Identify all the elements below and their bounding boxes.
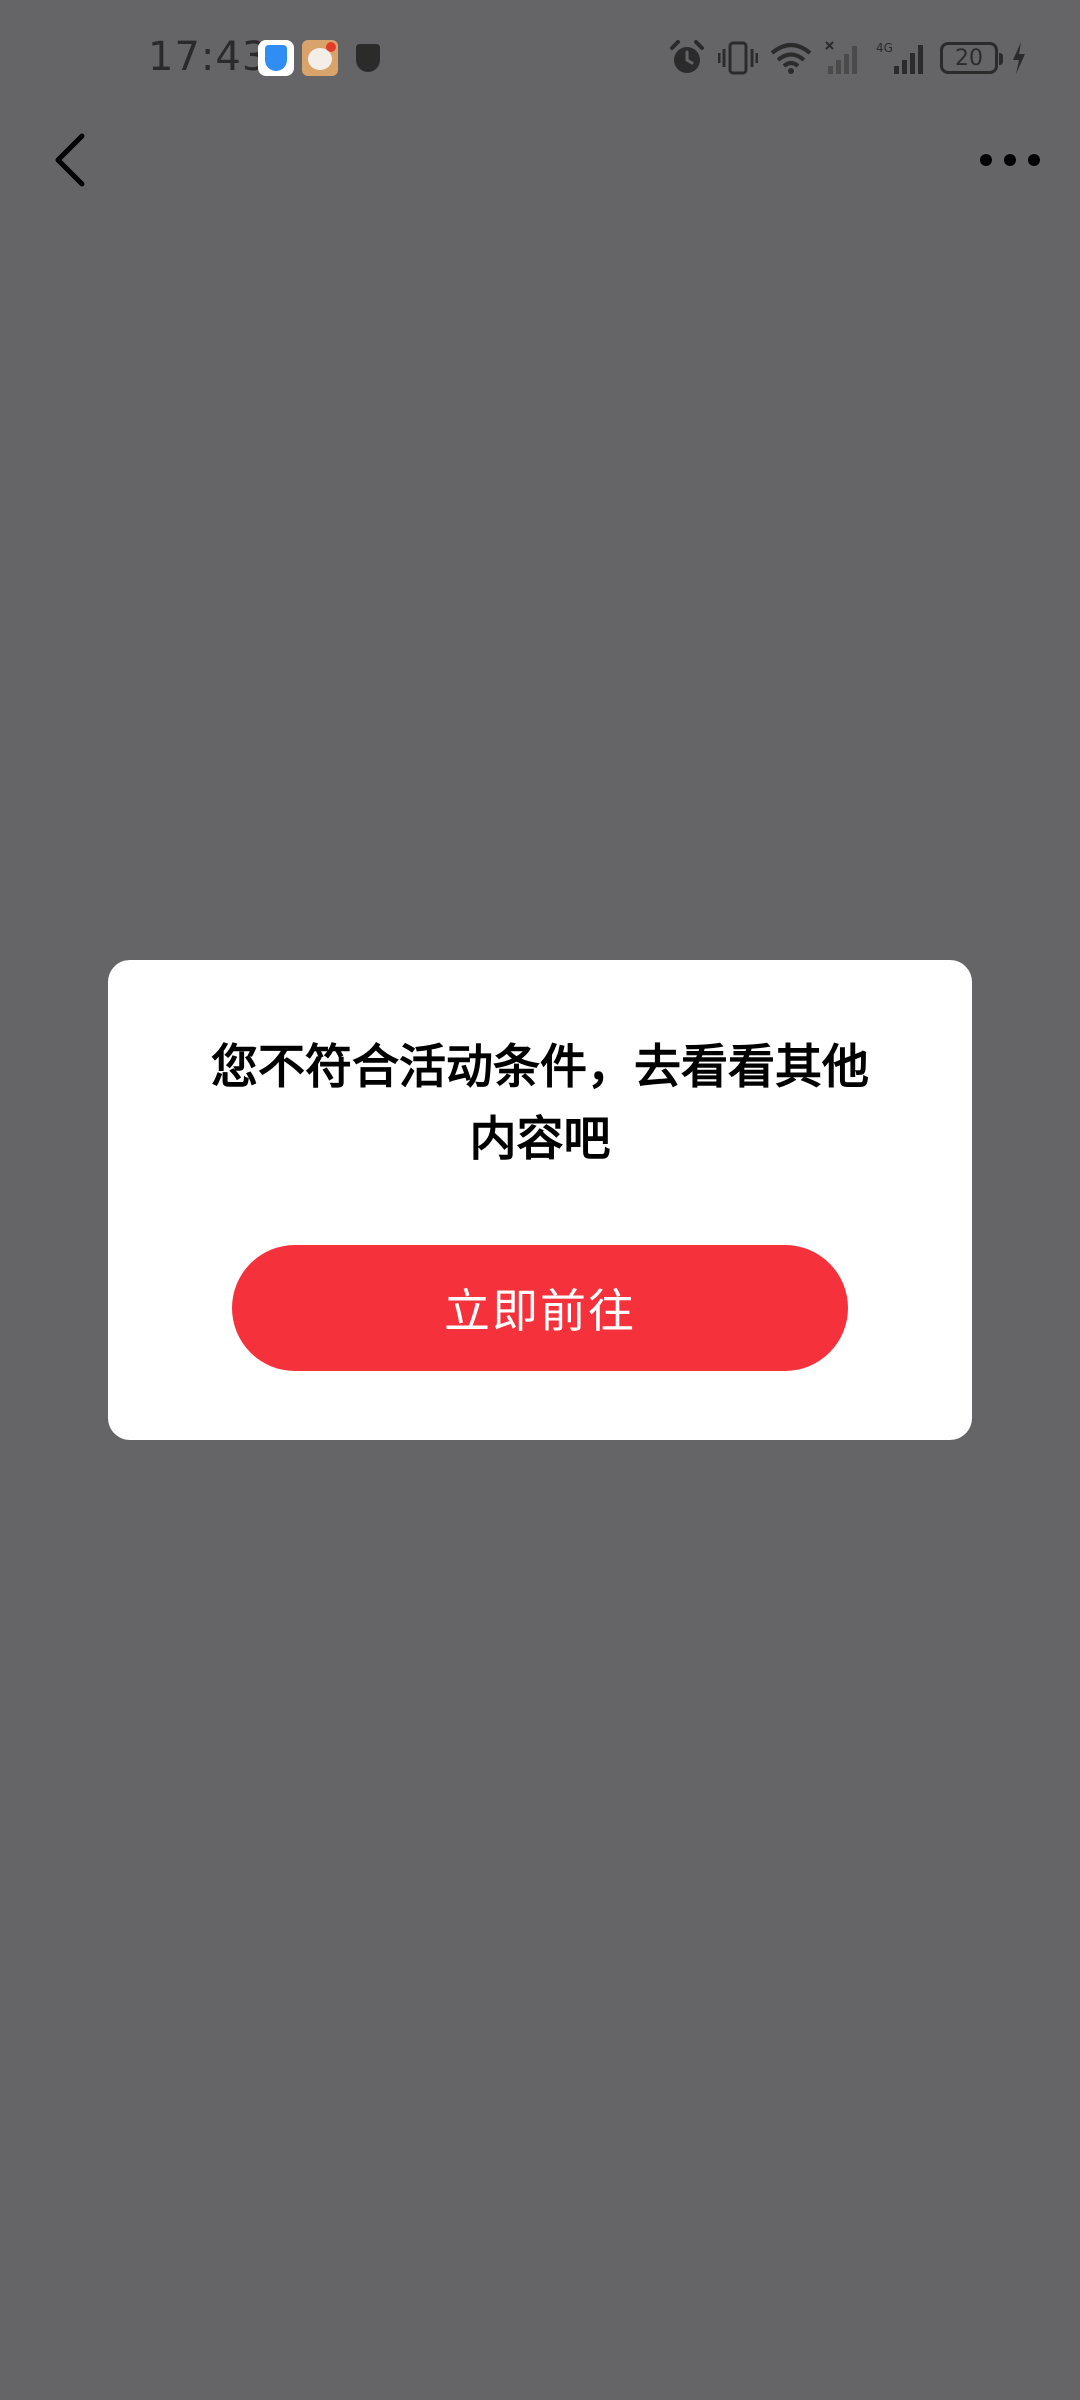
more-button[interactable] — [970, 130, 1050, 190]
back-button[interactable] — [40, 120, 100, 200]
go-now-button[interactable]: 立即前往 — [232, 1245, 848, 1371]
signal-4g-icon: 4G — [876, 40, 928, 76]
status-time: 17:43 — [148, 34, 269, 80]
status-right-icons: 4G 20 — [668, 36, 1028, 80]
security-shield-icon — [258, 40, 294, 76]
signal-icon — [824, 40, 864, 76]
dialog-message: 您不符合活动条件，去看看其他内容吧 — [211, 1040, 869, 1167]
battery-icon: 20 — [940, 42, 1003, 74]
ineligible-dialog: 您不符合活动条件，去看看其他内容吧 立即前往 — [108, 960, 972, 1440]
network-type-label: 4G — [876, 41, 893, 55]
battery-level: 20 — [955, 45, 983, 71]
app-mascot-icon — [302, 40, 338, 76]
charging-icon — [1010, 40, 1028, 76]
status-bar: 17:43 4G 20 — [0, 0, 1080, 120]
more-dots-icon — [980, 154, 1040, 166]
wifi-icon — [770, 41, 812, 75]
shield-icon — [350, 40, 386, 76]
vibrate-icon — [718, 39, 758, 77]
alarm-icon — [668, 39, 706, 77]
chevron-left-icon — [55, 133, 85, 187]
